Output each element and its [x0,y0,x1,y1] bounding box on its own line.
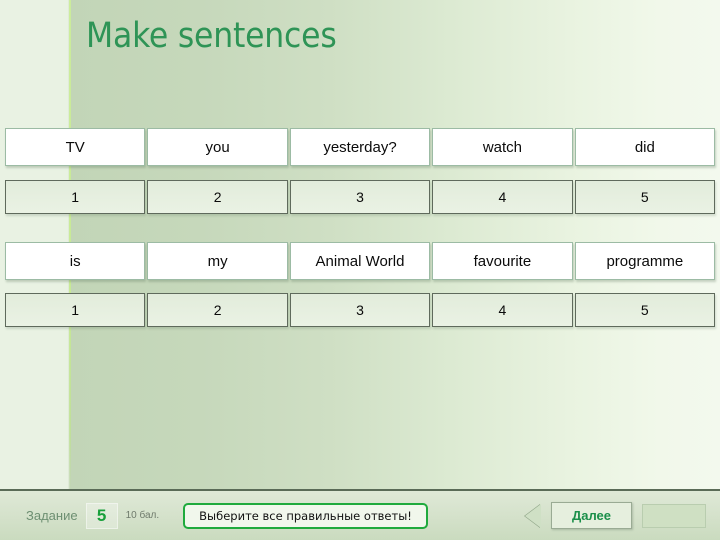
number-box[interactable]: 3 [289,180,431,214]
slide-canvas: Make sentences TV you yesterday? watch d… [0,0,720,540]
instruction-banner: Выберите все правильные ответы! [183,502,428,529]
word-box[interactable]: did [574,128,716,166]
number-row-2: 1 2 3 4 5 [5,293,716,327]
number-box[interactable]: 4 [432,293,573,327]
word-box[interactable]: favourite [432,242,573,280]
footer-bar: Задание 5 10 бал. Выберите все правильны… [0,489,720,540]
number-box[interactable]: 3 [289,293,431,327]
number-box[interactable]: 1 [5,180,146,214]
progress-indicator [642,503,706,528]
navigation-controls: Далее [524,502,706,529]
number-box[interactable]: 5 [574,293,716,327]
word-row-1: TV you yesterday? watch did [5,128,716,166]
number-box[interactable]: 2 [147,180,288,214]
word-box[interactable]: my [147,242,288,280]
word-box[interactable]: is [5,242,146,280]
number-box[interactable]: 2 [147,293,288,327]
task-points-label: 10 бал. [125,510,160,521]
next-button[interactable]: Далее [550,502,632,529]
number-row-1: 1 2 3 4 5 [5,180,716,214]
word-box[interactable]: watch [432,128,573,166]
task-label: Задание [26,508,78,523]
word-box[interactable]: you [147,128,288,166]
number-box[interactable]: 1 [5,293,146,327]
page-title: Make sentences [86,16,337,56]
number-box[interactable]: 4 [432,180,573,214]
word-box[interactable]: programme [574,242,716,280]
word-box[interactable]: yesterday? [289,128,431,166]
word-row-2: is my Animal World favourite programme [5,242,716,280]
previous-arrow-icon[interactable] [524,503,541,528]
word-box[interactable]: TV [5,128,146,166]
number-box[interactable]: 5 [574,180,716,214]
task-number-badge: 5 [85,502,118,529]
word-box[interactable]: Animal World [289,242,431,280]
